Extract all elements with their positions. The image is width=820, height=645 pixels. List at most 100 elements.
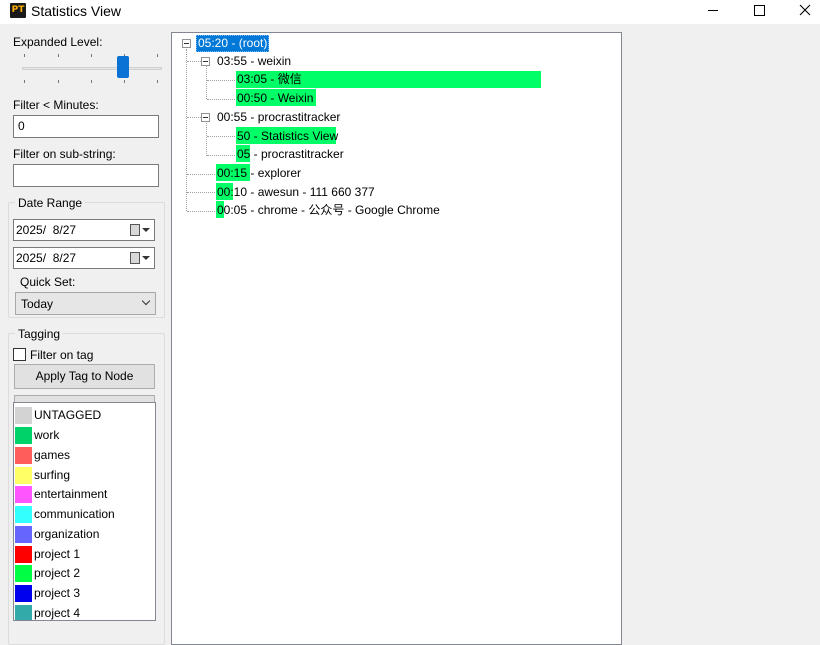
- tree-node-root[interactable]: 05:20 - (root): [196, 35, 270, 52]
- tree-connector: [186, 49, 187, 211]
- tag-label: work: [34, 428, 60, 442]
- tree-node-weixin-cn[interactable]: 03:05 - 微信: [237, 72, 302, 87]
- start-date-value: 2025/ 8/27: [16, 223, 77, 237]
- tree-connector: [187, 211, 217, 212]
- maximize-button[interactable]: [736, 0, 782, 20]
- tag-item-project-2[interactable]: project 2: [15, 564, 135, 582]
- slider-tick: [58, 54, 59, 57]
- slider-tick: [24, 54, 25, 57]
- tree-node-procrastitracker-child[interactable]: 05 - procrastitracker: [237, 147, 344, 162]
- tag-color-swatch: [15, 526, 32, 543]
- dropdown-arrow-icon[interactable]: [142, 228, 150, 232]
- tag-color-swatch: [15, 447, 32, 464]
- tree-connector: [207, 99, 235, 100]
- tag-item-work[interactable]: work: [15, 426, 135, 444]
- quick-set-label: Quick Set:: [20, 275, 76, 289]
- tag-label: games: [34, 448, 71, 462]
- tag-color-swatch: [15, 605, 32, 620]
- close-icon: [799, 4, 811, 16]
- tag-label: entertainment: [34, 487, 108, 501]
- slider-tick: [58, 80, 59, 83]
- tag-item-project-3[interactable]: project 3: [15, 584, 135, 602]
- filter-minutes-input[interactable]: 0: [13, 115, 159, 138]
- tree-node-weixin[interactable]: 03:55 - weixin: [217, 54, 291, 69]
- tag-color-swatch: [15, 407, 32, 424]
- tag-label: UNTAGGED: [34, 408, 102, 422]
- maximize-icon: [753, 4, 765, 16]
- tag-color-swatch: [15, 506, 32, 523]
- window-title: Statistics View: [31, 3, 121, 19]
- tree-connector: [206, 66, 207, 99]
- dropdown-arrow-icon[interactable]: [142, 256, 150, 260]
- slider-track[interactable]: [22, 67, 162, 70]
- tag-color-swatch: [15, 585, 32, 602]
- tag-label: communication: [34, 507, 115, 521]
- collapse-procrastitracker-icon[interactable]: [201, 113, 210, 122]
- tag-color-swatch: [15, 486, 32, 503]
- calendar-icon[interactable]: [130, 224, 140, 236]
- quick-set-select[interactable]: Today: [15, 292, 156, 315]
- tag-item-project-4[interactable]: project 4: [15, 604, 135, 620]
- substring-filter-input[interactable]: [13, 164, 159, 187]
- tag-color-swatch: [15, 546, 32, 563]
- slider-tick: [24, 80, 25, 83]
- tag-item-games[interactable]: games: [15, 446, 135, 464]
- app-logo-icon: PT: [10, 3, 26, 18]
- slider-thumb[interactable]: [117, 56, 129, 78]
- end-date-picker[interactable]: 2025/ 8/27: [13, 247, 155, 269]
- close-button[interactable]: [782, 0, 820, 20]
- tree-node-chrome[interactable]: 00:05 - chrome - 公众号 - Google Chrome: [217, 203, 440, 218]
- tree-connector: [206, 123, 207, 156]
- tree-connector: [207, 155, 235, 156]
- tag-item-surfing[interactable]: surfing: [15, 466, 135, 484]
- tree-node-weixin-en[interactable]: 00:50 - Weixin: [237, 91, 313, 106]
- tree-connector: [207, 136, 235, 137]
- collapse-root-icon[interactable]: [182, 39, 191, 48]
- tag-label: organization: [34, 527, 100, 541]
- tag-item-communication[interactable]: communication: [15, 505, 135, 523]
- tag-item-untagged[interactable]: UNTAGGED: [15, 406, 135, 424]
- tree-node-explorer[interactable]: 00:15 - explorer: [217, 166, 301, 181]
- tag-list[interactable]: UNTAGGED work games surfing entertainmen…: [13, 402, 156, 621]
- collapse-weixin-icon[interactable]: [201, 57, 210, 66]
- tag-label: project 2: [34, 566, 81, 580]
- tag-label: project 4: [34, 606, 81, 620]
- tree-node-procrastitracker[interactable]: 00:55 - procrastitracker: [217, 110, 340, 125]
- minimize-button[interactable]: [690, 0, 736, 20]
- end-date-value: 2025/ 8/27: [16, 251, 77, 265]
- tree-node-awesun[interactable]: 00:10 - awesun - 111 660 377: [217, 185, 375, 200]
- statistics-tree[interactable]: 05:20 - (root) 03:55 - weixin 03:05 - 微信…: [171, 32, 622, 645]
- substring-filter-label: Filter on sub-string:: [13, 147, 116, 161]
- quick-set-value: Today: [21, 297, 54, 311]
- chevron-down-icon: [141, 296, 151, 306]
- start-date-picker[interactable]: 2025/ 8/27: [13, 219, 155, 241]
- apply-tag-button[interactable]: Apply Tag to Node: [14, 364, 155, 389]
- tag-label: project 3: [34, 586, 81, 600]
- tag-label: surfing: [34, 468, 71, 482]
- filter-on-tag-label[interactable]: Filter on tag: [30, 348, 93, 363]
- filter-minutes-label: Filter < Minutes:: [13, 98, 99, 112]
- filter-on-tag-checkbox[interactable]: [13, 348, 26, 361]
- slider-tick: [157, 54, 158, 57]
- slider-tick: [91, 54, 92, 57]
- title-bar: PT Statistics View: [0, 0, 820, 24]
- tag-color-swatch: [15, 427, 32, 444]
- tag-item-entertainment[interactable]: entertainment: [15, 485, 135, 503]
- tag-label: project 1: [34, 547, 81, 561]
- tree-connector: [187, 61, 201, 62]
- tree-connector: [207, 80, 235, 81]
- tree-node-statistics-view[interactable]: 50 - Statistics View: [237, 129, 338, 144]
- tagging-title: Tagging: [15, 327, 64, 341]
- expanded-level-label: Expanded Level:: [13, 35, 103, 49]
- minimize-icon: [708, 9, 718, 11]
- tree-connector: [187, 174, 217, 175]
- slider-tick: [124, 80, 125, 83]
- tree-connector: [187, 117, 201, 118]
- tag-item-project-1[interactable]: project 1: [15, 545, 135, 563]
- tag-item-organization[interactable]: organization: [15, 525, 135, 543]
- slider-tick: [157, 80, 158, 83]
- tree-connector: [187, 192, 217, 193]
- calendar-icon[interactable]: [130, 252, 140, 264]
- date-range-title: Date Range: [15, 196, 86, 210]
- tag-color-swatch: [15, 467, 32, 484]
